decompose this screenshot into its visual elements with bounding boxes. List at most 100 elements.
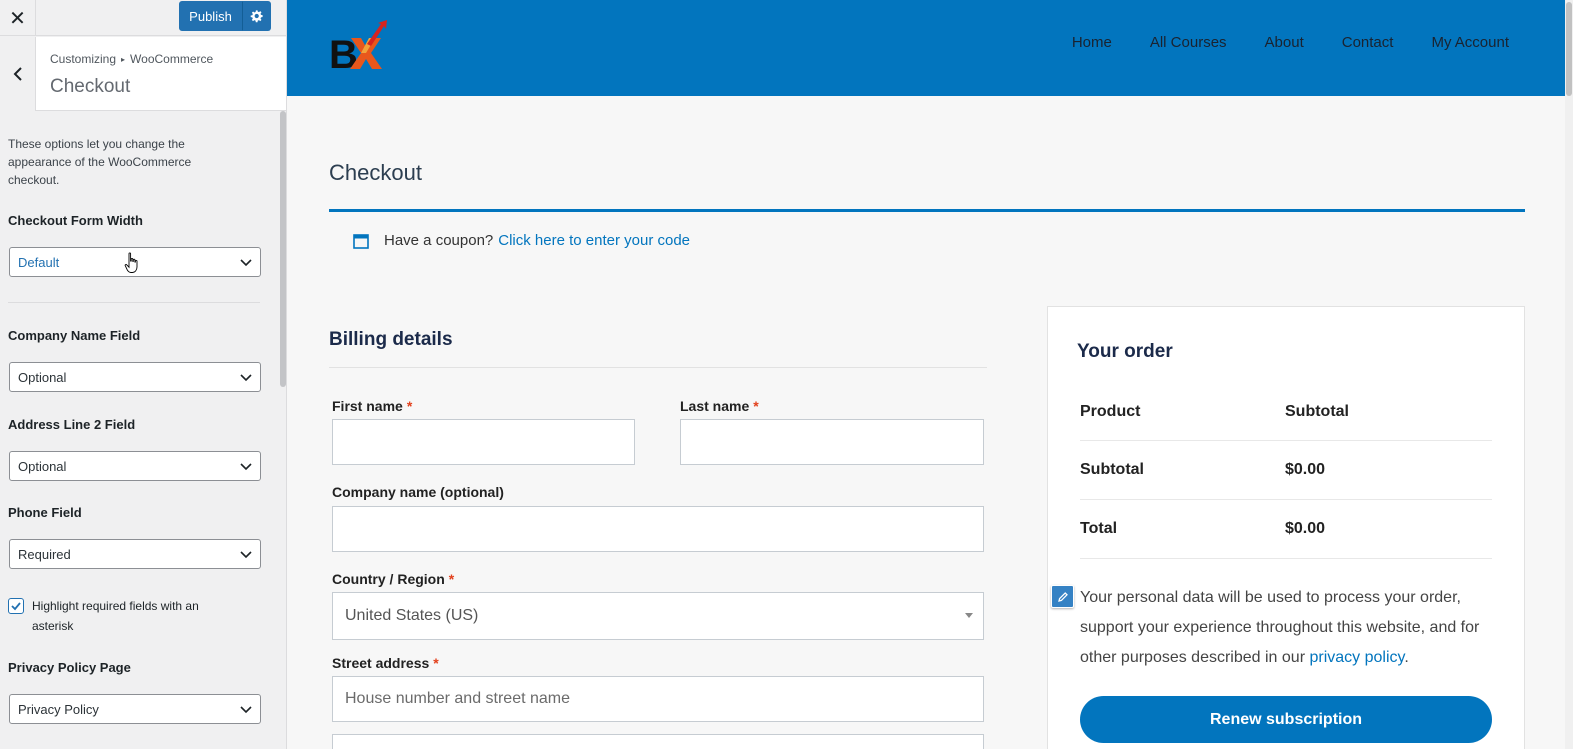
first-name-label: First name *: [332, 398, 412, 414]
main-nav: Home All Courses About Contact My Accoun…: [1034, 34, 1509, 51]
chevron-down-icon: [240, 706, 252, 714]
chevron-left-icon: [13, 67, 22, 81]
privacy-notice-text: Your personal data will be used to proce…: [1080, 589, 1480, 666]
publish-settings-button[interactable]: [242, 1, 271, 31]
breadcrumb-section: WooCommerce: [130, 52, 214, 66]
required-mark: *: [406, 398, 413, 414]
site-header: B Home All Courses About Contact My Acco…: [287, 0, 1565, 96]
highlight-required-label: Highlight required fields with an asteri…: [32, 599, 199, 633]
form-width-value: Default: [18, 254, 60, 270]
phone-value: Required: [18, 546, 71, 562]
company-input[interactable]: [332, 506, 984, 552]
highlight-required-checkbox[interactable]: [8, 598, 24, 614]
breadcrumb-separator: ▸: [121, 55, 126, 64]
privacy-page-label: Privacy Policy Page: [8, 660, 131, 675]
publish-group: Publish: [179, 1, 271, 31]
order-total-label: Total: [1080, 520, 1118, 537]
breadcrumb: Customizing ▸ WooCommerce: [50, 52, 213, 66]
chevron-down-icon: [240, 374, 252, 382]
street-label: Street address *: [332, 655, 439, 671]
nav-contact[interactable]: Contact: [1342, 34, 1394, 51]
highlight-required-row: Highlight required fields with an asteri…: [8, 596, 238, 636]
nav-my-account[interactable]: My Account: [1431, 34, 1509, 51]
sidebar-controls: These options let you change the appeara…: [0, 112, 278, 749]
form-width-select[interactable]: Default: [9, 247, 261, 277]
order-subtotal-label: Subtotal: [1080, 461, 1144, 478]
address-line2-label: Address Line 2 Field: [8, 417, 136, 432]
back-button[interactable]: [0, 37, 36, 111]
section-title: Checkout: [50, 76, 131, 97]
divider: [8, 302, 260, 303]
order-total-value: $0.00: [1285, 520, 1326, 537]
privacy-notice: Your personal data will be used to proce…: [1080, 583, 1500, 673]
order-header-subtotal: Subtotal: [1285, 403, 1349, 420]
customizer-toolbar: ✕ Publish: [0, 0, 286, 36]
street-address-input[interactable]: House number and street name: [332, 676, 984, 722]
billing-title: Billing details: [329, 329, 453, 350]
order-divider: [1080, 440, 1492, 441]
checkmark-icon: [11, 602, 21, 611]
country-label-text: Country / Region: [332, 571, 445, 587]
chevron-down-icon: [240, 551, 252, 559]
privacy-policy-link[interactable]: privacy policy: [1309, 649, 1404, 666]
privacy-page-value: Privacy Policy: [18, 701, 99, 717]
first-name-input[interactable]: [332, 419, 635, 465]
country-value: United States (US): [345, 607, 479, 624]
coupon-text: Have a coupon?: [384, 232, 494, 249]
street-label-text: Street address: [332, 655, 430, 671]
company-name-select[interactable]: Optional: [9, 362, 261, 392]
order-divider: [1080, 499, 1492, 500]
nav-all-courses[interactable]: All Courses: [1150, 34, 1227, 51]
scrollbar-thumb[interactable]: [1566, 2, 1572, 96]
coupon-link[interactable]: Click here to enter your code: [498, 232, 690, 249]
order-divider: [1080, 558, 1492, 559]
order-header-product: Product: [1080, 403, 1141, 420]
order-review: Your order Product Subtotal Subtotal $0.…: [1047, 306, 1525, 749]
nav-about[interactable]: About: [1265, 34, 1304, 51]
title-underline: [329, 209, 1525, 212]
first-name-label-text: First name: [332, 398, 403, 414]
company-name-value: Optional: [18, 369, 67, 385]
site-logo[interactable]: B: [329, 20, 389, 72]
last-name-label: Last name *: [680, 398, 759, 414]
page-title: Checkout: [329, 160, 422, 185]
sidebar-scrollbar[interactable]: [280, 111, 286, 387]
last-name-label-text: Last name: [680, 398, 750, 414]
section-header: Customizing ▸ WooCommerce Checkout: [0, 37, 286, 111]
required-mark: *: [448, 571, 455, 587]
phone-select[interactable]: Required: [9, 539, 261, 569]
form-width-label: Checkout Form Width: [8, 213, 143, 228]
chevron-down-icon: [240, 463, 252, 471]
close-customizer-button[interactable]: ✕: [0, 0, 36, 36]
last-name-input[interactable]: [680, 419, 984, 465]
privacy-notice-end: .: [1404, 649, 1409, 666]
required-mark: *: [433, 655, 439, 671]
dropdown-arrow-icon: [965, 613, 973, 618]
chevron-down-icon: [240, 259, 252, 267]
country-select[interactable]: United States (US): [332, 592, 984, 640]
site-preview: B Home All Courses About Contact My Acco…: [287, 0, 1573, 749]
address-line2-value: Optional: [18, 458, 67, 474]
publish-button[interactable]: Publish: [179, 1, 242, 31]
privacy-page-select[interactable]: Privacy Policy: [9, 694, 261, 724]
close-icon: ✕: [9, 7, 26, 30]
customizer-sidebar: ✕ Publish Customizing ▸ WooCommerce Checko…: [0, 0, 287, 749]
phone-label: Phone Field: [8, 505, 82, 520]
street-address-line2-input[interactable]: [332, 734, 984, 749]
edit-shortcut-button[interactable]: [1051, 585, 1074, 608]
renew-subscription-button[interactable]: Renew subscription: [1080, 696, 1492, 743]
nav-home[interactable]: Home: [1072, 34, 1112, 51]
breadcrumb-root: Customizing: [50, 52, 117, 66]
required-mark: *: [753, 398, 759, 414]
calendar-icon: [353, 233, 369, 249]
company-label: Company name (optional): [332, 484, 504, 500]
address-line2-select[interactable]: Optional: [9, 451, 261, 481]
order-title: Your order: [1077, 341, 1173, 362]
preview-scrollbar[interactable]: [1565, 0, 1573, 749]
section-description: These options let you change the appeara…: [8, 137, 192, 187]
country-label: Country / Region *: [332, 571, 454, 587]
company-name-label: Company Name Field: [8, 328, 141, 343]
coupon-notice: Have a coupon? Click here to enter your …: [353, 232, 690, 249]
gear-icon: [250, 10, 263, 23]
order-subtotal-value: $0.00: [1285, 461, 1326, 478]
